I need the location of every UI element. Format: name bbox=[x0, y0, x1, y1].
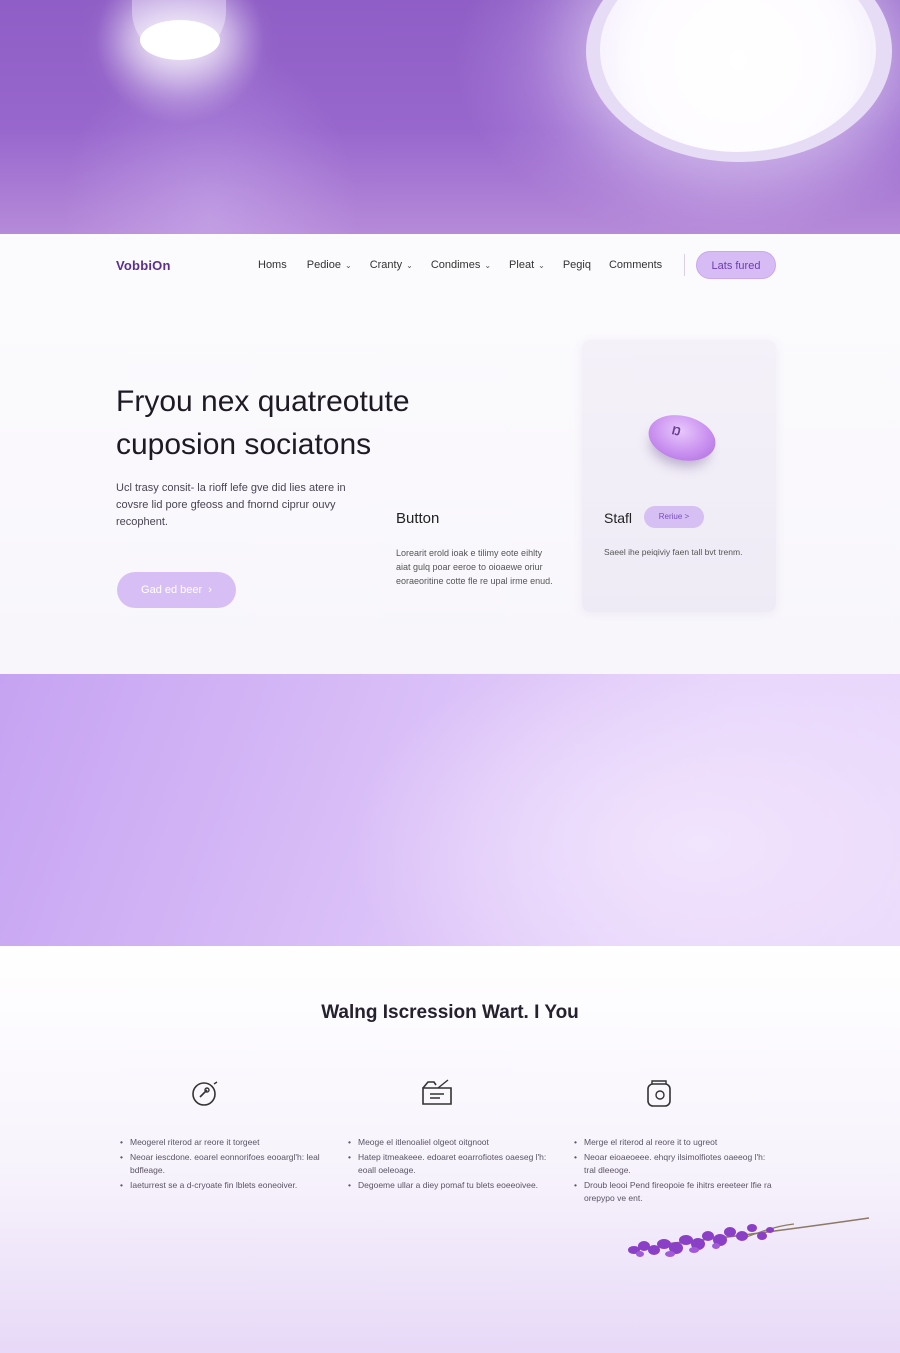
folder-icon bbox=[422, 1079, 452, 1105]
chevron-down-icon: ⌄ bbox=[538, 260, 545, 270]
nav-link-pleat[interactable]: Pleat ⌄ bbox=[509, 259, 545, 271]
list-item: Degoeme ullar a diey pomaf tu blets eoee… bbox=[348, 1179, 548, 1192]
nav-link-condimes[interactable]: Condimes ⌄ bbox=[431, 259, 491, 271]
chevron-down-icon: ⌄ bbox=[345, 260, 352, 270]
nav-cta-button[interactable]: Lats fured bbox=[696, 251, 776, 279]
nav-link-label: Pleat bbox=[509, 259, 535, 271]
chevron-down-icon: ⌄ bbox=[406, 260, 413, 270]
list-item: Droub leooi Pend fireopoie fe ihitrs ere… bbox=[574, 1179, 774, 1205]
hero-title-line: Fryou nex quatreotute bbox=[116, 385, 410, 418]
nav-divider bbox=[684, 254, 685, 276]
features-section: Walng Iscression Wart. I You Meogerel ri… bbox=[0, 946, 900, 1353]
pill-image bbox=[643, 408, 721, 468]
features-title: Walng Iscression Wart. I You bbox=[321, 1002, 579, 1023]
product-card[interactable]: Ŋ Stafl Reriue > Saeel ihe peiqiviy faen… bbox=[582, 340, 776, 612]
card-review-button[interactable]: Reriue > bbox=[644, 506, 704, 528]
light-glow bbox=[60, 40, 360, 234]
nav-link-label: Pegiq bbox=[562, 259, 591, 271]
nav-link-label: Comments bbox=[608, 259, 663, 271]
list-item: Meoge el itlenoaliel olgeot oitgnoot bbox=[348, 1136, 548, 1149]
nav-link-pegiq[interactable]: Pegiq bbox=[563, 259, 591, 271]
hero-lamp-banner bbox=[0, 0, 900, 234]
lavender-sprig-image bbox=[628, 1217, 870, 1257]
nav-link-homs[interactable]: Homs bbox=[258, 259, 287, 271]
lamp-light-small bbox=[140, 20, 220, 60]
card-title: Stafl bbox=[604, 510, 633, 526]
nav-link-comments[interactable]: Comments bbox=[609, 259, 662, 271]
hero-cta-button[interactable]: Gad ed beer › bbox=[117, 572, 236, 608]
brand-logo[interactable]: VobbiOn bbox=[116, 258, 171, 273]
nav-link-label: Cranty bbox=[369, 259, 403, 271]
list-item: Hatep itmeakeee. edoaret eoarrofiotes oa… bbox=[348, 1151, 548, 1177]
list-item: Iaeturrest se a d-cryoate fin lblets eon… bbox=[120, 1179, 320, 1192]
list-item: Merge el riterod al reore it to ugreot bbox=[574, 1136, 774, 1149]
top-navigation: VobbiOn Homs Pedioe ⌄ Cranty ⌄ Condimes ⌄ Pleat… bbox=[0, 234, 900, 298]
feature-list-1: Meogerel riterod ar reore it torgeet Neo… bbox=[120, 1136, 320, 1194]
tag-icon bbox=[192, 1081, 218, 1106]
feature-list-3: Merge el riterod al reore it to ugreot N… bbox=[574, 1136, 774, 1207]
hero-title-line: cuposion sociatons bbox=[116, 428, 372, 461]
hero-title: Fryou nex quatreotute cuposion sociatons bbox=[116, 380, 496, 466]
hero-section: Fryou nex quatreotute cuposion sociatons… bbox=[0, 298, 900, 674]
feature-list-2: Meoge el itlenoaliel olgeot oitgnoot Hat… bbox=[348, 1136, 548, 1194]
nav-link-cranty[interactable]: Cranty ⌄ bbox=[370, 259, 413, 271]
nav-link-label: Pedioe bbox=[306, 259, 341, 271]
list-item: Neoar eioaeoeee. ehqry ilsimolfiotes oae… bbox=[574, 1151, 774, 1177]
hero-description: Ucl trasy consit- la rioff lefe gve did … bbox=[116, 482, 346, 528]
hero-cta-label: Gad ed beer bbox=[141, 584, 203, 596]
middle-text: Lorearit erold ioak e tilimy eote eihlty… bbox=[396, 548, 553, 586]
middle-title: Button bbox=[396, 510, 440, 527]
gradient-band bbox=[0, 674, 900, 946]
chevron-down-icon: ⌄ bbox=[484, 260, 492, 270]
card-text: Saeel ihe peiqiviy faen tall bvt trenm. bbox=[604, 547, 743, 557]
list-item: Meogerel riterod ar reore it torgeet bbox=[120, 1136, 320, 1149]
jar-icon bbox=[647, 1080, 671, 1107]
list-item: Neoar iescdone. eoarel eonnorifoes eooar… bbox=[120, 1151, 320, 1177]
chevron-right-icon: › bbox=[205, 584, 212, 596]
nav-link-label: Homs bbox=[258, 259, 287, 271]
nav-links: Homs Pedioe ⌄ Cranty ⌄ Condimes ⌄ Pleat ⌄ Pegiq Co… bbox=[258, 259, 662, 271]
nav-link-pedioe[interactable]: Pedioe ⌄ bbox=[307, 259, 352, 271]
nav-link-label: Condimes bbox=[430, 259, 481, 271]
